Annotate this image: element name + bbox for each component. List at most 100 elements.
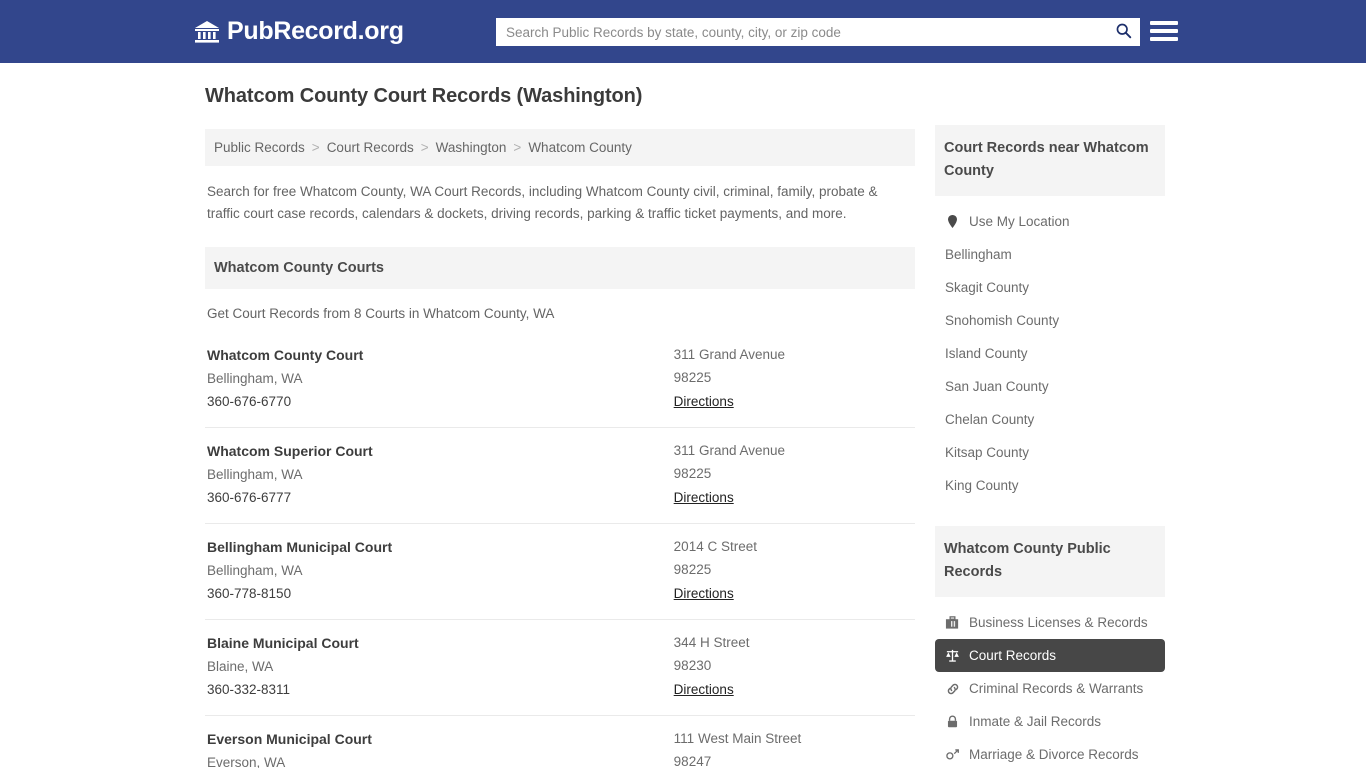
hamburger-bar [1150,37,1178,41]
court-row: Everson Municipal CourtEverson, WA360-96… [205,715,915,768]
court-row: Blaine Municipal Court Blaine, WA 360-332-… [205,619,915,715]
search-button[interactable] [1106,18,1140,46]
court-zip: 98225 [674,562,913,577]
site-header: PubRecord.org [0,0,1366,63]
court-phone[interactable]: 360-778-8150 [207,586,674,601]
breadcrumb-item[interactable]: Whatcom County [528,140,632,155]
court-row: Bellingham Municipal Court Bellingham, WA… [205,523,915,619]
search-input[interactable] [496,19,1106,45]
intro-text: Search for free Whatcom County, WA Court… [205,166,915,225]
nearby-panel-title: Court Records near Whatcom County [935,125,1165,196]
nearby-list: Use My Location Bellingham Skagit County Sn… [935,205,1165,502]
court-name: Everson Municipal Court [207,731,674,747]
breadcrumb-item[interactable]: Court Records [327,140,414,155]
court-info-right: 2014 C Street 98225 Directions [674,539,913,603]
nearby-item[interactable]: Chelan County [935,403,1165,436]
public-records-item-active[interactable]: Court Records [935,639,1165,672]
court-city-state: Bellingham, WA [207,467,674,482]
nearby-item-label: King County [945,478,1019,493]
court-info-left: Blaine Municipal Court Blaine, WA 360-332-… [207,635,674,699]
nearby-item-label: Use My Location [969,214,1070,229]
public-records-item[interactable]: Criminal Records & Warrants [935,672,1165,705]
nearby-item[interactable]: Island County [935,337,1165,370]
court-info-left: Bellingham Municipal Court Bellingham, WA… [207,539,674,603]
nearby-item-label: Kitsap County [945,445,1029,460]
directions-link[interactable]: Directions [674,682,734,697]
directions-link[interactable]: Directions [674,394,734,409]
court-city-state: Blaine, WA [207,659,674,674]
court-info-left: Whatcom Superior Court Bellingham, WA 360-… [207,443,674,507]
breadcrumb-separator: > [421,140,429,155]
nearby-item[interactable]: Bellingham [935,238,1165,271]
court-street: 311 Grand Avenue [674,443,913,458]
nearby-item-label: Skagit County [945,280,1029,295]
court-city-state: Bellingham, WA [207,563,674,578]
scales-icon [945,648,960,663]
court-name: Whatcom County Court [207,347,674,363]
public-records-item[interactable]: Marriage & Divorce Records [935,738,1165,768]
hamburger-bar [1150,21,1178,25]
court-info-left: Whatcom County Court Bellingham, WA 360-67… [207,347,674,411]
main-content: Whatcom County Court Records (Washington… [205,85,915,768]
court-name: Blaine Municipal Court [207,635,674,651]
search-icon [1115,22,1132,42]
court-zip: 98225 [674,466,913,481]
court-street: 2014 C Street [674,539,913,554]
lock-icon [945,714,960,729]
courts-list: Whatcom County Court Bellingham, WA 360-67… [205,343,915,768]
nearby-item[interactable]: San Juan County [935,370,1165,403]
page-title: Whatcom County Court Records (Washington… [205,85,915,108]
nearby-item[interactable]: King County [935,469,1165,502]
public-records-item[interactable]: Inmate & Jail Records [935,705,1165,738]
search-bar [496,18,1140,46]
nearby-item[interactable]: Kitsap County [935,436,1165,469]
chain-link-icon [945,681,960,696]
nearby-item[interactable]: Snohomish County [935,304,1165,337]
directions-link[interactable]: Directions [674,586,734,601]
court-city-state: Bellingham, WA [207,371,674,386]
court-street: 111 West Main Street [674,731,913,746]
court-zip: 98247 [674,754,913,768]
court-name: Whatcom Superior Court [207,443,674,459]
public-records-list: Business Licenses & Records Court Records… [935,606,1165,768]
hamburger-menu-icon[interactable] [1150,17,1178,45]
nearby-item[interactable]: Use My Location [935,205,1165,238]
court-phone[interactable]: 360-676-6777 [207,490,674,505]
court-zip: 98230 [674,658,913,673]
breadcrumb-item[interactable]: Public Records [214,140,305,155]
breadcrumb-separator: > [312,140,320,155]
public-records-item-label: Court Records [969,648,1056,663]
court-zip: 98225 [674,370,913,385]
public-records-item[interactable]: Business Licenses & Records [935,606,1165,639]
directions-link[interactable]: Directions [674,490,734,505]
gender-symbols-icon [945,747,960,762]
public-records-item-label: Criminal Records & Warrants [969,681,1143,696]
court-street: 344 H Street [674,635,913,650]
sidebar: Court Records near Whatcom County Use My… [935,125,1165,768]
nearby-item-label: Snohomish County [945,313,1059,328]
nearby-item-label: Bellingham [945,247,1012,262]
breadcrumb: Public Records>Court Records>Washington>… [205,129,915,166]
court-name: Bellingham Municipal Court [207,539,674,555]
court-info-right: 344 H Street 98230 Directions [674,635,913,699]
courts-section-header: Whatcom County Courts [205,247,915,289]
courts-section-subtitle: Get Court Records from 8 Courts in Whatc… [205,289,915,321]
public-records-panel-title: Whatcom County Public Records [935,526,1165,597]
court-info-left: Everson Municipal CourtEverson, WA360-96… [207,731,674,768]
breadcrumb-item[interactable]: Washington [436,140,507,155]
nearby-item[interactable]: Skagit County [935,271,1165,304]
court-phone[interactable]: 360-332-8311 [207,682,674,697]
court-street: 311 Grand Avenue [674,347,913,362]
site-logo[interactable]: PubRecord.org [194,17,404,46]
briefcase-icon [945,615,960,630]
nearby-item-label: Island County [945,346,1028,361]
court-city-state: Everson, WA [207,755,674,768]
court-row: Whatcom Superior Court Bellingham, WA 360-… [205,427,915,523]
court-phone[interactable]: 360-676-6770 [207,394,674,409]
nearby-item-label: San Juan County [945,379,1049,394]
bank-building-icon [194,20,220,44]
court-info-right: 311 Grand Avenue 98225 Directions [674,347,913,411]
court-info-right: 311 Grand Avenue 98225 Directions [674,443,913,507]
site-logo-text: PubRecord.org [227,17,404,46]
court-info-right: 111 West Main Street98247Directions [674,731,913,768]
